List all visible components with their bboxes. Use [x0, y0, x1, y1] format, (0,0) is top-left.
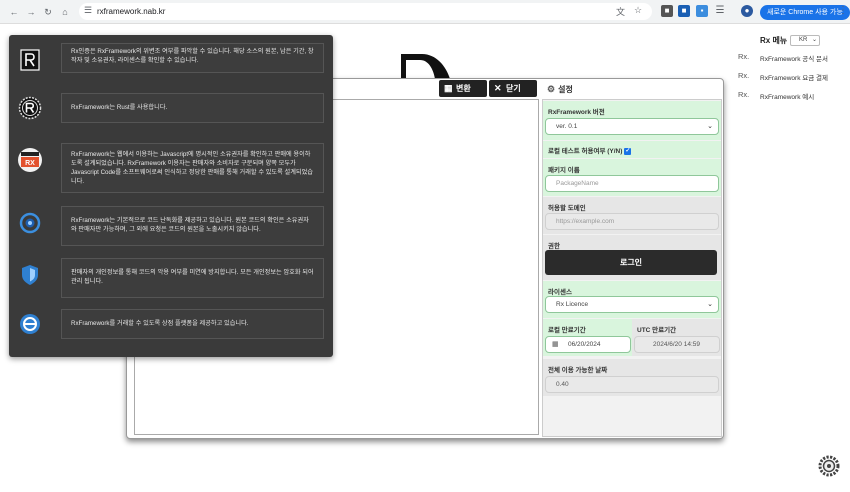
close-icon: ✕ [494, 83, 502, 93]
info-text: RxFramework는 웹에서 이용하는 Javascript에 명시적인 소… [61, 143, 324, 193]
address-bar[interactable]: ☰ rxframework.nab.kr 文 ☆ [79, 3, 652, 20]
reload-icon[interactable]: ↻ [42, 6, 54, 18]
extension-icon[interactable]: ■ [678, 5, 690, 17]
home-icon[interactable]: ⌂ [59, 6, 71, 18]
package-name-input[interactable]: PackageName [545, 175, 719, 192]
days-left-input: 0.40 [545, 376, 719, 393]
days-left-section: 전체 이용 가능한 날짜 0.40 [543, 359, 721, 396]
package-label: 패키지 이름 [548, 167, 580, 174]
rx-menu-title: Rx 메뉴 [760, 36, 788, 45]
domain-section: 허용할 도메인 https://example.com [543, 197, 721, 234]
local-expire-value: 06/20/2024 [568, 341, 601, 348]
gear-icon: ⚙ [547, 84, 556, 94]
convert-button[interactable]: ▦ 변환 [439, 80, 487, 97]
utc-expire-input: 2024/6/20 14:59 [634, 336, 720, 353]
local-test-row: 로컬 테스트 허용여부 (Y/N) ✓ [548, 145, 632, 155]
obfuscation-icon [17, 210, 43, 236]
language-value: KR [799, 37, 808, 43]
info-text: 판매자의 개인정보를 통해 코드의 악용 여부를 미연에 방지합니다. 모든 개… [61, 258, 324, 298]
utc-expire-section: UTC 만료기간 2024/6/20 14:59 [632, 319, 721, 356]
domain-input[interactable]: https://example.com [545, 213, 719, 230]
version-section: RxFramework 버전 ver. 0.1 ⌄ [543, 101, 721, 140]
info-text: Rx인증은 RxFramework의 위변조 여부를 파악할 수 있습니다. 해… [61, 43, 324, 73]
version-select[interactable]: ver. 0.1 ⌄ [545, 118, 719, 135]
info-text: RxFramework를 거래할 수 있도록 상점 플랫폼을 제공하고 있습니다… [61, 309, 324, 339]
auth-section: 권한 로그인 [543, 235, 721, 280]
rx-logo-icon [17, 47, 43, 73]
convert-label: 변환 [456, 84, 471, 93]
link-prefix: Rx. [738, 71, 750, 80]
marketplace-icon [17, 311, 43, 337]
rust-logo-icon [17, 95, 43, 121]
days-left-label: 전체 이용 가능한 날짜 [548, 367, 608, 374]
license-select[interactable]: Rx Licence ⌄ [545, 296, 719, 313]
info-text: RxFramework는 기본적으로 코드 난독화를 제공하고 있습니다. 원본… [61, 206, 324, 246]
license-label: 라이센스 [548, 289, 572, 296]
login-button[interactable]: 로그인 [545, 250, 717, 275]
info-overlay: Rx인증은 RxFramework의 위변조 여부를 파악할 수 있습니다. 해… [9, 35, 333, 357]
local-test-checkbox[interactable]: ✓ [624, 147, 632, 155]
settings-title: ⚙ 설정 [547, 84, 573, 95]
kebab-menu-icon[interactable]: ⋮ [838, 5, 848, 16]
link-prefix: Rx. [738, 52, 750, 61]
language-select[interactable]: KR ⌄ [790, 35, 820, 46]
settings-label: 설정 [558, 85, 573, 94]
auth-label: 권한 [548, 243, 560, 250]
translate-icon[interactable]: 文 [616, 5, 625, 18]
version-label: RxFramework 버전 [548, 109, 605, 116]
back-arrow-icon[interactable]: ← [8, 6, 20, 18]
local-test-label: 로컬 테스트 허용여부 (Y/N) [548, 148, 623, 155]
svg-text:RX: RX [25, 160, 35, 167]
chevron-down-icon: ⌄ [707, 301, 713, 308]
url-text[interactable]: rxframework.nab.kr [97, 7, 165, 16]
local-expire-date-input[interactable]: ▦ 06/20/2024 [545, 336, 631, 353]
settings-gear-icon[interactable] [818, 455, 840, 477]
license-value: Rx Licence [556, 301, 589, 308]
close-button[interactable]: ✕ 닫기 [489, 80, 537, 97]
grid-icon: ▦ [444, 83, 453, 93]
utc-expire-label: UTC 만료기간 [637, 327, 677, 334]
rx-js-badge-icon: RX [17, 147, 43, 173]
link-label[interactable]: RxFramework 요금 결제 [760, 72, 828, 82]
local-expire-label: 로컬 만료기간 [548, 327, 586, 334]
chevron-down-icon: ⌄ [811, 37, 817, 43]
profile-avatar[interactable]: ● [741, 5, 753, 17]
calendar-icon: ▦ [552, 341, 559, 348]
link-label[interactable]: RxFramework 예시 [760, 91, 814, 101]
chevron-down-icon: ⌄ [707, 123, 713, 130]
shield-icon [17, 262, 43, 288]
package-section: 패키지 이름 PackageName [543, 159, 721, 196]
forward-arrow-icon[interactable]: → [25, 6, 37, 18]
site-info-icon[interactable]: ☰ [84, 5, 92, 16]
info-text: RxFramework는 Rust를 사용합니다. [61, 93, 324, 123]
chrome-update-button[interactable]: 새로운 Chrome 사용 가능 [760, 5, 850, 20]
version-value: ver. 0.1 [556, 123, 578, 130]
local-test-section: 로컬 테스트 허용여부 (Y/N) ✓ [543, 141, 721, 158]
license-section: 라이센스 Rx Licence ⌄ [543, 281, 721, 318]
puzzle-icon[interactable]: ☰ [714, 5, 726, 17]
link-label[interactable]: RxFramework 공식 문서 [760, 53, 828, 63]
close-label: 닫기 [506, 84, 521, 93]
domain-label: 허용할 도메인 [548, 205, 586, 212]
browser-toolbar: ← → ↻ ⌂ ☰ rxframework.nab.kr 文 ☆ ■ ■ ▪ ☰… [0, 0, 850, 24]
extension-icon[interactable]: ▪ [696, 5, 708, 17]
extension-icon[interactable]: ■ [661, 5, 673, 17]
local-expire-section: 로컬 만료기간 ▦ 06/20/2024 [543, 319, 632, 356]
link-prefix: Rx. [738, 90, 750, 99]
bookmark-star-icon[interactable]: ☆ [634, 5, 642, 16]
